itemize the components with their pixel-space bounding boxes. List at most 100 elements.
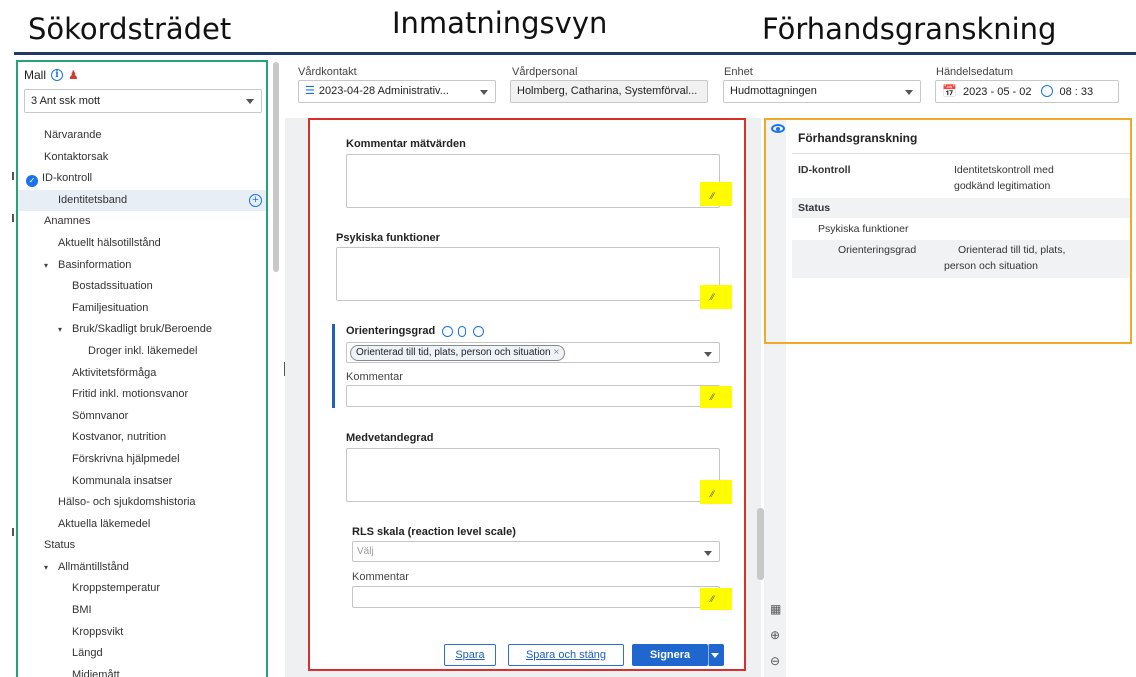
tree-item[interactable]: ✓ ID-kontroll: [18, 168, 266, 190]
zoom-out-icon[interactable]: ⊖: [770, 654, 780, 668]
vardkontakt-select[interactable]: ☰ 2023-04-28 Administrativ...: [298, 80, 496, 103]
handelsedatum-field[interactable]: 📅 2023 - 05 - 02 08 : 33: [935, 80, 1119, 103]
tree-item[interactable]: Familjesituation: [18, 298, 266, 320]
medvetandegrad-label: Medvetandegrad: [346, 432, 434, 444]
tree-item-label: Aktuellt hälsotillstånd: [58, 236, 161, 249]
psykiska-funktioner-label: Psykiska funktioner: [336, 232, 440, 244]
tree-item[interactable]: Hälso- och sjukdomshistoria: [18, 492, 266, 514]
tree-item[interactable]: Närvarande: [18, 125, 266, 147]
columns-icon[interactable]: ▦: [770, 602, 781, 616]
resize-icon[interactable]: ⁄⁄: [711, 292, 714, 302]
tree-item-label: Anamnes: [44, 215, 91, 228]
expand-arrow-icon[interactable]: ▾: [58, 319, 62, 341]
list-icon: ☰: [305, 85, 315, 97]
tree-item-label: Midjemått: [72, 668, 120, 677]
resize-icon[interactable]: ⁄⁄: [711, 489, 714, 499]
tree-item-label: Sömnvanor: [72, 409, 129, 422]
chevron-down-icon: [704, 352, 712, 357]
medvetandegrad-textarea[interactable]: [346, 448, 720, 502]
attachment-icon[interactable]: [458, 326, 466, 337]
tree-item-label: Närvarande: [44, 129, 102, 141]
date-value: 2023 - 05 - 02: [962, 86, 1032, 98]
expand-arrow-icon[interactable]: ▾: [44, 557, 48, 579]
calendar-icon[interactable]: 📅: [942, 84, 957, 98]
tree-item[interactable]: Längd: [18, 643, 266, 665]
tree-item[interactable]: Droger inkl. läkemedel: [18, 341, 266, 363]
tree-item[interactable]: Fritid inkl. motionsvanor: [18, 384, 266, 406]
active-field-indicator: [332, 324, 335, 408]
tree-item[interactable]: Status: [18, 535, 266, 557]
expand-arrow-icon[interactable]: ▾: [44, 255, 48, 277]
keyword-tree: Närvarande Kontaktorsak ✓ ID-kontroll Identi…: [18, 125, 266, 677]
selected-value-chip[interactable]: Orienterad till tid, plats, person och s…: [350, 345, 566, 361]
resize-icon[interactable]: ⁄⁄: [711, 191, 714, 201]
form-scrollbar[interactable]: [757, 508, 764, 580]
mall-select-value: 3 Ant ssk mott: [31, 95, 101, 107]
rls-kommentar-input[interactable]: [352, 586, 720, 608]
tree-item-label: Fritid inkl. motionsvanor: [72, 388, 189, 401]
enhet-select[interactable]: Hudmottagningen: [723, 80, 921, 103]
resize-highlight: [700, 588, 732, 610]
rls-label: RLS skala (reaction level scale): [352, 526, 516, 538]
history-icon[interactable]: [442, 326, 453, 337]
kommentar-matvarden-label: Kommentar mätvärden: [346, 138, 466, 150]
tree-item[interactable]: Kommunala insatser: [18, 471, 266, 493]
info-icon[interactable]: i: [51, 69, 64, 81]
tree-item[interactable]: Aktuellt hälsotillstånd: [18, 233, 266, 255]
preview-orientering-value-1: Orienterad till tid, plats,: [958, 244, 1066, 256]
vardpersonal-field: Holmberg, Catharina, Systemförval...: [510, 80, 708, 103]
chevron-down-icon: [246, 99, 254, 104]
sign-button[interactable]: Signera: [632, 644, 708, 666]
preview-row-orientering: Orienteringsgrad Orienterad till tid, pl…: [792, 240, 1130, 278]
close-icon[interactable]: ×: [554, 347, 560, 358]
preview-orientering-label: Orienteringsgrad: [838, 244, 917, 256]
mall-select[interactable]: 3 Ant ssk mott: [24, 89, 262, 113]
person-icon[interactable]: ♟: [68, 69, 79, 81]
sign-dropdown-button[interactable]: [708, 644, 724, 666]
tree-item-label: Droger inkl. läkemedel: [88, 344, 198, 357]
tree-item[interactable]: BMI: [18, 600, 266, 622]
save-and-close-button[interactable]: Spara och stäng: [508, 644, 624, 666]
info-icon[interactable]: [473, 326, 484, 337]
resize-icon[interactable]: ⁄⁄: [711, 392, 714, 402]
chevron-down-icon: [711, 653, 719, 658]
tree-item[interactable]: Anamnes: [18, 211, 266, 233]
tree-item[interactable]: Kroppsvikt: [18, 622, 266, 644]
tree-item[interactable]: Identitetsband +: [18, 189, 266, 212]
tree-item[interactable]: Sömnvanor: [18, 406, 266, 428]
add-icon[interactable]: +: [249, 193, 262, 207]
rls-select[interactable]: Välj: [352, 541, 720, 562]
tree-item[interactable]: ▾ Allmäntillstånd: [18, 557, 266, 579]
tree-scrollbar[interactable]: [273, 62, 279, 272]
preview-row-psykiska: Psykiska funktioner: [792, 219, 1130, 239]
clock-icon[interactable]: [1041, 85, 1054, 97]
tree-item-label: Bruk/Skadligt bruk/Beroende: [72, 323, 213, 336]
psykiska-funktioner-textarea[interactable]: [336, 247, 720, 301]
tree-item[interactable]: Kroppstemperatur: [18, 578, 266, 600]
tree-item-label: Kroppstemperatur: [72, 582, 161, 595]
title-divider: [14, 52, 1136, 55]
save-button[interactable]: Spara: [444, 644, 496, 666]
zoom-in-icon[interactable]: ⊕: [770, 628, 780, 642]
tree-item[interactable]: Bostadssituation: [18, 276, 266, 298]
tree-item[interactable]: Midjemått: [18, 665, 266, 677]
orienteringsgrad-select[interactable]: Orienterad till tid, plats, person och s…: [346, 342, 720, 363]
resize-icon[interactable]: ⁄⁄: [711, 594, 714, 604]
tree-item[interactable]: ▾ Basinformation: [18, 255, 266, 277]
tree-item[interactable]: Aktivitetsförmåga: [18, 363, 266, 385]
check-icon: ✓: [26, 175, 38, 188]
preview-psykiska-label: Psykiska funktioner: [818, 223, 909, 235]
tree-item-label: Kontaktorsak: [44, 150, 109, 163]
tree-item[interactable]: ▾ Bruk/Skadligt bruk/Beroende: [18, 319, 266, 341]
resize-highlight: [700, 386, 732, 408]
tree-item[interactable]: Förskrivna hjälpmedel: [18, 449, 266, 471]
kommentar-matvarden-textarea[interactable]: [346, 154, 720, 208]
tree-item[interactable]: Aktuella läkemedel: [18, 514, 266, 536]
tree-item[interactable]: Kontaktorsak: [18, 147, 266, 169]
orienteringsgrad-kommentar-input[interactable]: [346, 385, 720, 407]
rls-kommentar-label: Kommentar: [352, 571, 409, 583]
enhet-value: Hudmottagningen: [730, 85, 817, 97]
tree-item[interactable]: Kostvanor, nutrition: [18, 427, 266, 449]
preview-orientering-value-2: person och situation: [944, 260, 1038, 272]
mall-label: Mall: [24, 68, 47, 82]
